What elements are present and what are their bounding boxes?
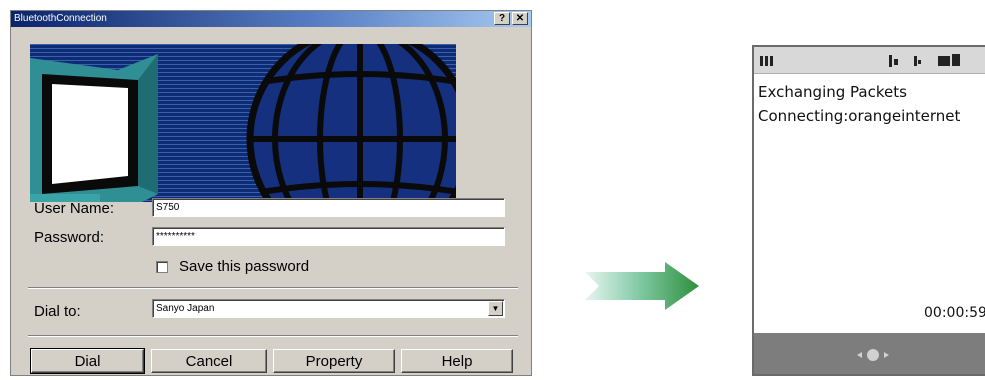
dialog-title: BluetoothConnection [14,13,107,24]
help-button[interactable]: Help [401,349,513,373]
monitor-icon [30,54,158,202]
close-title-button[interactable]: ✕ [512,12,528,25]
battery-icon [938,54,960,66]
dialog-titlebar: BluetoothConnection ? ✕ [11,11,531,27]
dial-to-label: Dial to: [34,303,81,320]
phone-status-bar [754,47,985,74]
password-field[interactable]: ********** [152,227,505,246]
dial-to-value: Sanyo Japan [156,303,215,314]
phone-screen: Exchanging Packets Connecting:orangeinte… [752,45,985,376]
signal-icon [760,56,773,66]
user-name-label: User Name: [34,200,115,217]
property-button[interactable]: Property [273,349,395,373]
divider-bottom [28,335,518,337]
bluetooth-connection-dialog: BluetoothConnection ? ✕ User Name: S750 … [10,10,532,376]
right-arrow-icon [585,262,699,310]
bluetooth-status-icon [889,55,898,67]
dial-button[interactable]: Dial [30,348,145,374]
cancel-button[interactable]: Cancel [151,349,267,373]
globe-icon [246,44,456,202]
save-password-label: Save this password [179,258,310,275]
chevron-down-icon[interactable]: ▼ [488,301,503,316]
connection-banner-image [30,44,456,202]
divider-top [28,287,518,289]
phone-softkey-bar [754,333,985,374]
phone-status-line-2: Connecting:orangeinternet [758,107,961,125]
data-transfer-icon [914,56,921,66]
user-name-field[interactable]: S750 [152,198,505,217]
navigation-pad-icon [857,349,889,361]
help-title-button[interactable]: ? [494,12,510,25]
password-label: Password: [34,229,105,246]
connection-timer: 00:00:59 [924,305,985,321]
phone-status-line-1: Exchanging Packets [758,83,907,101]
save-password-checkbox[interactable] [156,261,168,273]
dial-to-select[interactable]: Sanyo Japan ▼ [152,299,505,318]
